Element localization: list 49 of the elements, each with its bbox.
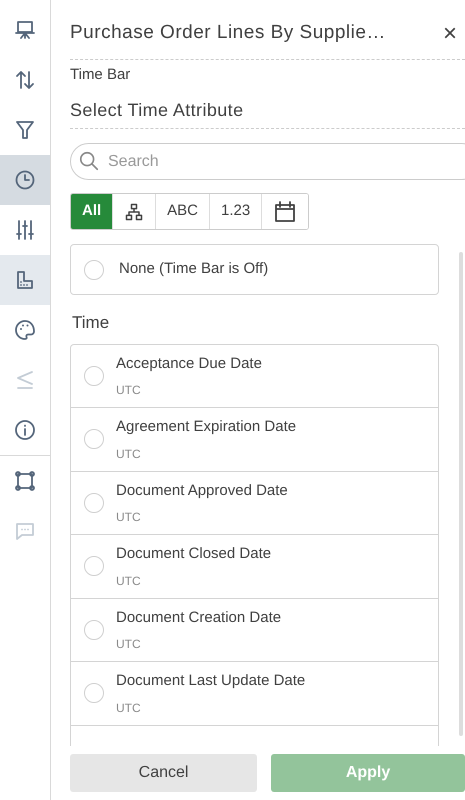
radio-button[interactable] xyxy=(84,366,104,386)
info-icon xyxy=(13,418,37,442)
radio-button[interactable] xyxy=(84,429,104,450)
attribute-option[interactable]: Agreement Expiration Date UTC xyxy=(71,408,438,472)
timezone-label: UTC xyxy=(116,700,142,716)
filter-tab[interactable]: All xyxy=(71,194,112,229)
radio-button[interactable] xyxy=(84,683,104,704)
search-icon xyxy=(78,150,100,172)
section-label: Time Bar xyxy=(70,65,132,85)
attribute-option[interactable]: Document Approved Date UTC xyxy=(71,472,438,535)
radio-button[interactable] xyxy=(84,556,104,576)
presentation-icon xyxy=(13,18,37,42)
option-label: Document Last Update Date xyxy=(116,671,306,691)
none-option[interactable]: None (Time Bar is Off) xyxy=(70,244,439,295)
timezone-label: UTC xyxy=(116,572,142,590)
sidebar-tab[interactable] xyxy=(0,155,50,205)
hierarchy-icon xyxy=(124,202,144,222)
attribute-option[interactable]: Acceptance Due Date UTC xyxy=(71,344,438,408)
cancel-button[interactable]: Cancel xyxy=(70,754,258,792)
palette-icon xyxy=(13,318,37,342)
timezone-label: UTC xyxy=(116,382,142,399)
square-nodes-icon xyxy=(13,469,37,493)
clock-icon xyxy=(13,168,37,192)
sliders-icon xyxy=(13,218,37,242)
attribute-option[interactable]: Document Closed Date UTC xyxy=(71,535,438,598)
scrollbar[interactable] xyxy=(459,252,463,736)
calendar-filter-tab[interactable] xyxy=(261,194,308,229)
attribute-option[interactable]: Document Creation Date UTC xyxy=(71,598,438,662)
calendar-icon xyxy=(273,200,298,224)
option-label: Acceptance Due Date xyxy=(116,354,262,374)
close-button[interactable]: × xyxy=(434,22,465,46)
timezone-label: UTC xyxy=(116,636,142,653)
sort-arrows-icon xyxy=(13,68,37,92)
option-label: Document Creation Date xyxy=(116,608,282,628)
section-heading: Select Time Attribute xyxy=(70,100,244,120)
search-field[interactable]: Search xyxy=(70,143,465,180)
option-label: Agreement Expiration Date xyxy=(116,417,296,437)
timezone-label: UTC xyxy=(116,446,142,462)
filter-icon xyxy=(13,118,37,142)
attribute-option[interactable]: Document Last Update Date UTC xyxy=(71,662,438,726)
radio-button[interactable] xyxy=(84,260,104,280)
option-label: Document Closed Date xyxy=(116,544,272,564)
radio-button[interactable] xyxy=(84,620,104,640)
sidebar-tab[interactable] xyxy=(0,255,50,305)
radio-button[interactable] xyxy=(84,492,104,513)
option-label: Document Approved Date xyxy=(116,480,288,500)
timezone-label: UTC xyxy=(116,509,142,526)
panel-title: Purchase Order Lines By Supplie… xyxy=(70,21,386,46)
group-label: Time xyxy=(72,312,110,334)
